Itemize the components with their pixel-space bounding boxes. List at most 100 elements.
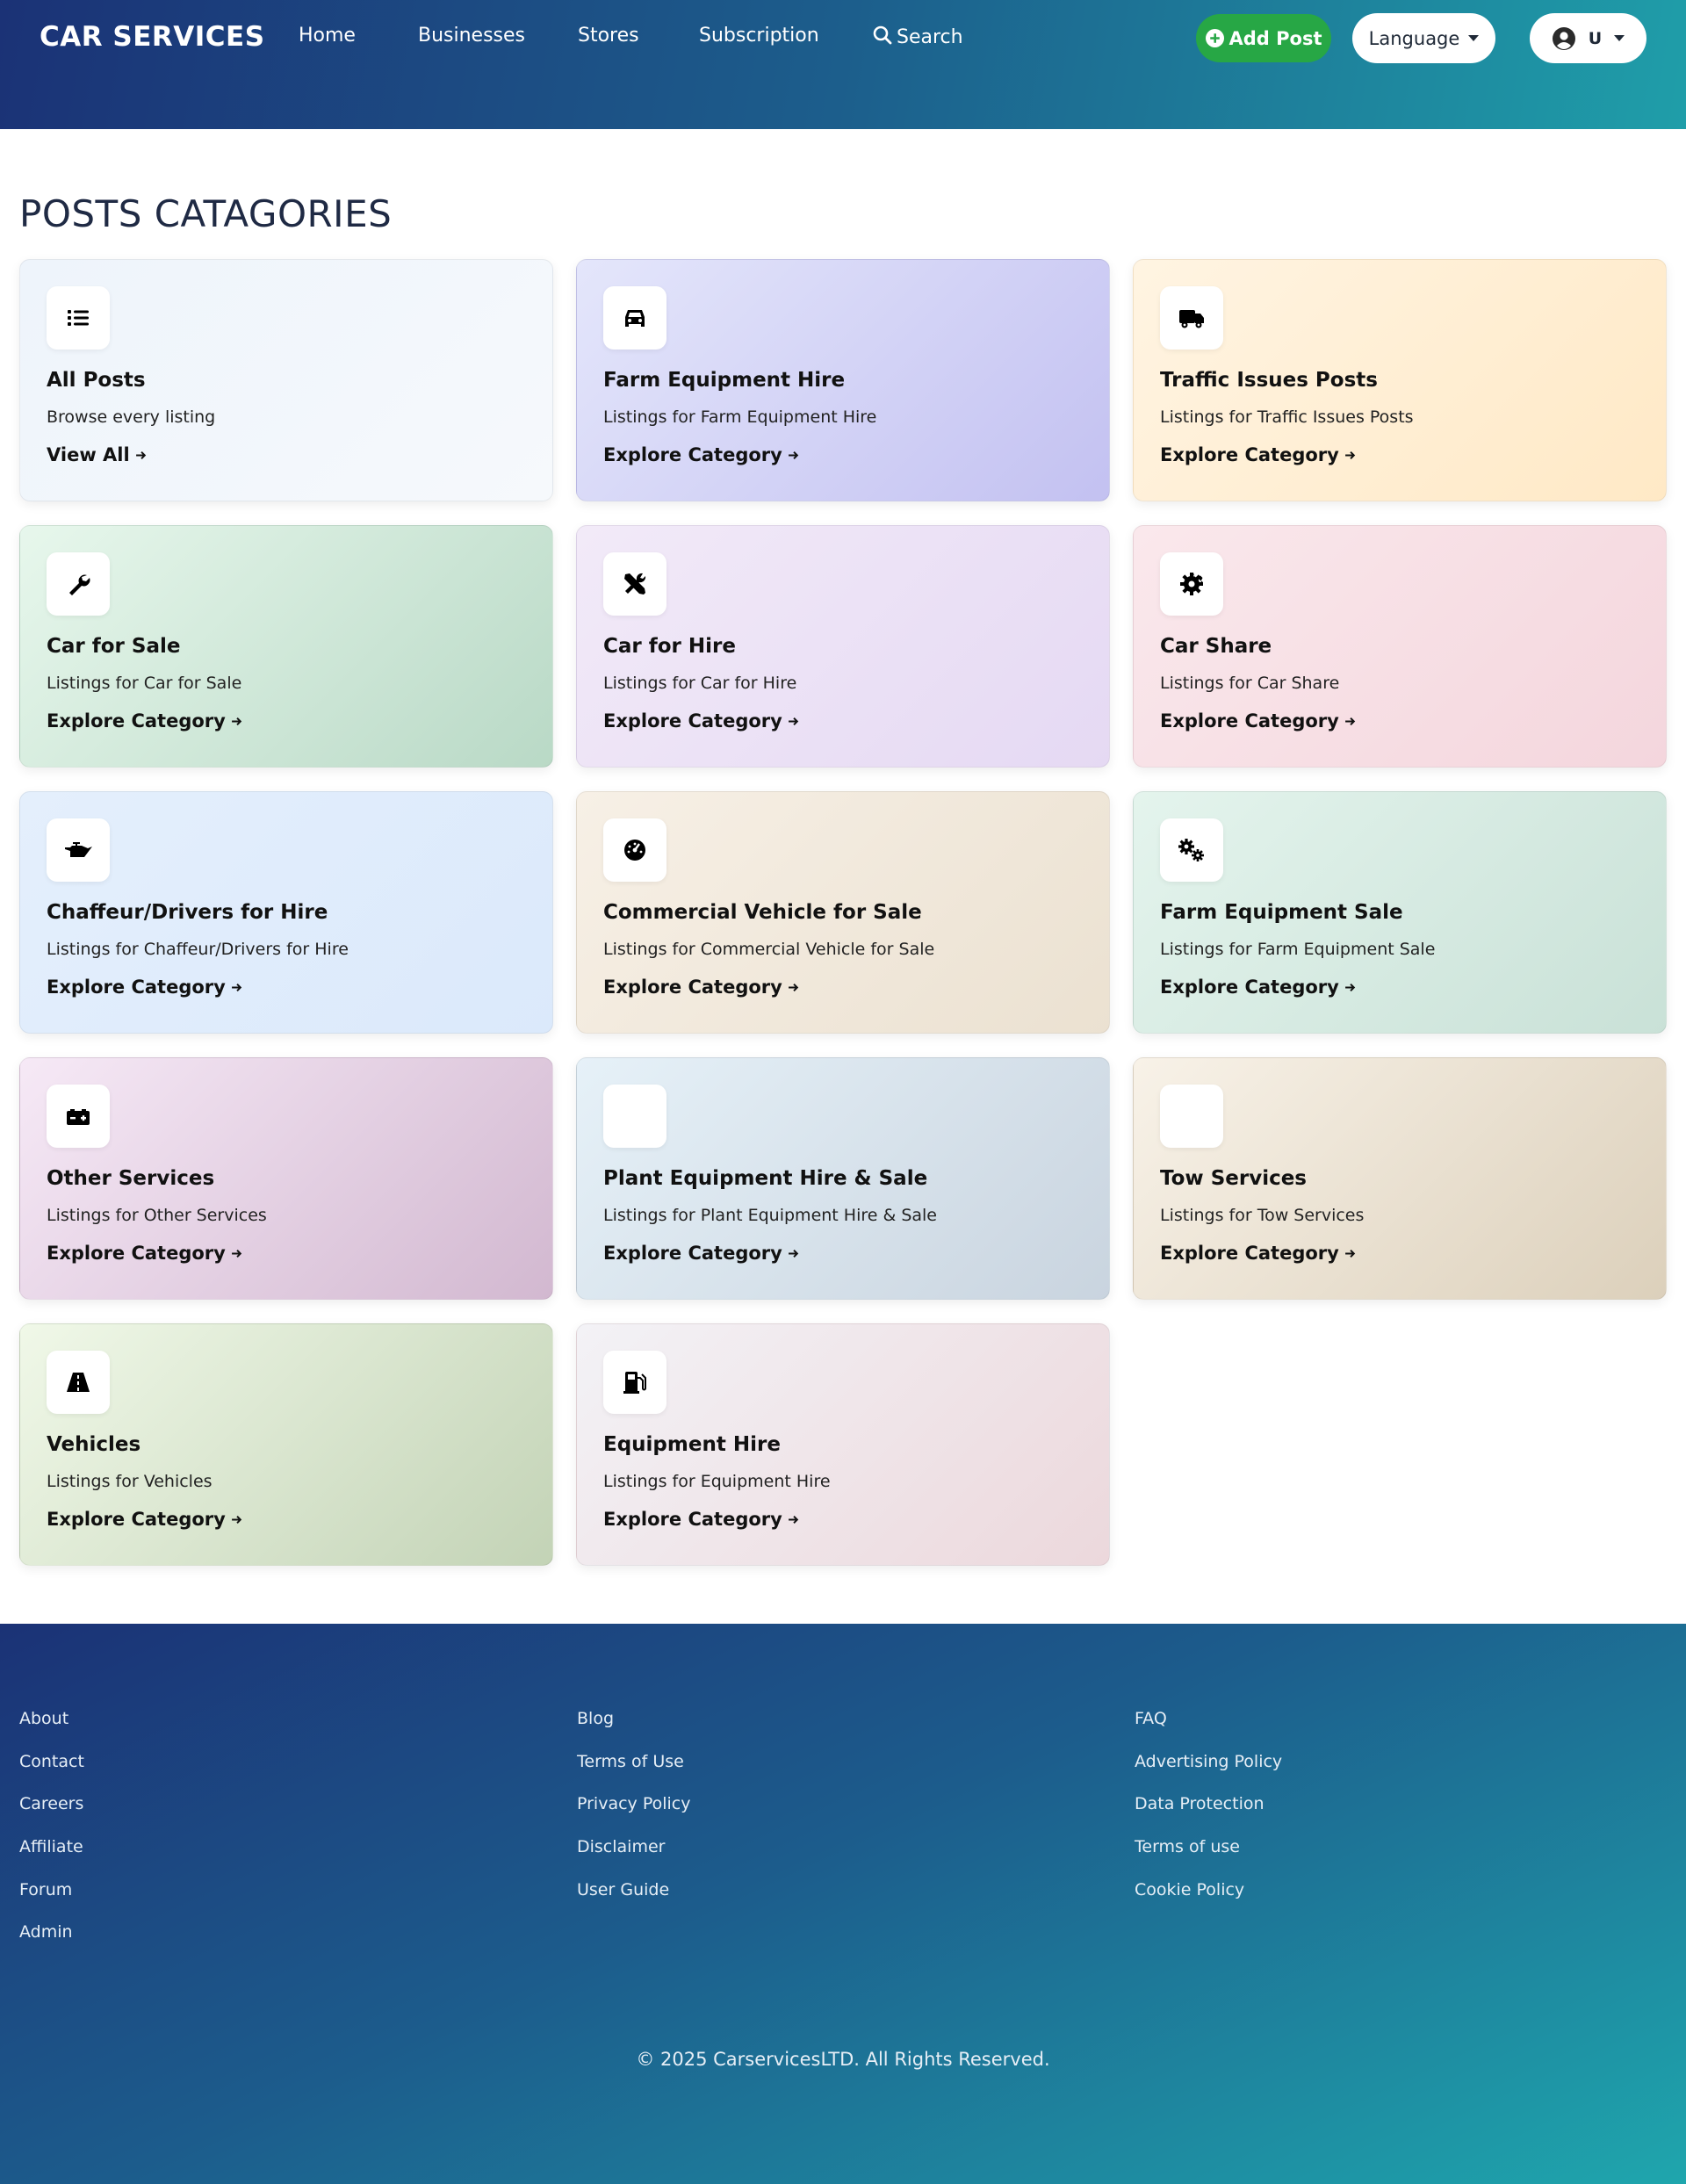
- category-title: Chaffeur/Drivers for Hire: [47, 901, 328, 924]
- category-link[interactable]: Explore Category: [1160, 1243, 1356, 1264]
- arrow-right-icon: [788, 977, 799, 998]
- footer-link-affiliate[interactable]: Affiliate: [19, 1836, 84, 1879]
- footer-link-forum[interactable]: Forum: [19, 1879, 84, 1922]
- footer-link-terms-of-use[interactable]: Terms of use: [1135, 1836, 1282, 1879]
- category-description: Listings for Car for Sale: [47, 674, 242, 693]
- nav-businesses[interactable]: Businesses: [418, 25, 525, 47]
- category-card[interactable]: Other Services Listings for Other Service…: [19, 1057, 553, 1300]
- top-navbar: CAR SERVICES Home Businesses Stores Subs…: [0, 0, 1686, 129]
- car-battery-icon: [47, 1085, 110, 1148]
- category-link[interactable]: Explore Category: [603, 444, 799, 465]
- arrow-right-icon: [1344, 1243, 1356, 1264]
- category-title: Farm Equipment Hire: [603, 369, 846, 392]
- footer-link-about[interactable]: About: [19, 1708, 84, 1751]
- category-card[interactable]: Car Share Listings for Car Share Explore C…: [1133, 525, 1667, 768]
- category-link[interactable]: Explore Category: [1160, 977, 1356, 998]
- category-description: Listings for Equipment Hire: [603, 1472, 831, 1491]
- category-link[interactable]: Explore Category: [47, 710, 242, 732]
- category-link[interactable]: Explore Category: [47, 1509, 242, 1530]
- footer-link-advertising-policy[interactable]: Advertising Policy: [1135, 1751, 1282, 1794]
- category-title: Traffic Issues Posts: [1160, 369, 1378, 392]
- nav-subscription[interactable]: Subscription: [699, 25, 819, 47]
- footer-column-resources: Blog Terms of Use Privacy Policy Disclaimer…: [577, 1708, 690, 1921]
- category-link[interactable]: Explore Category: [603, 710, 799, 732]
- user-menu-dropdown[interactable]: U: [1530, 13, 1646, 63]
- footer-link-terms-of-use[interactable]: Terms of Use: [577, 1751, 690, 1794]
- main-content: POSTS CATAGORIES All Posts Browse every l…: [0, 129, 1686, 1624]
- language-label: Language: [1368, 27, 1460, 49]
- category-card[interactable]: Car for Hire Listings for Car for Hire Exp…: [576, 525, 1110, 768]
- category-card[interactable]: Chaffeur/Drivers for Hire Listings for Ch…: [19, 791, 553, 1034]
- category-link[interactable]: Explore Category: [47, 977, 242, 998]
- footer-link-blog[interactable]: Blog: [577, 1708, 690, 1751]
- chevron-down-icon: [1614, 35, 1625, 41]
- category-link-label: Explore Category: [47, 710, 226, 732]
- category-card[interactable]: Farm Equipment Hire Listings for Farm Equ…: [576, 259, 1110, 501]
- category-link[interactable]: Explore Category: [603, 1243, 799, 1264]
- arrow-right-icon: [1344, 710, 1356, 732]
- category-title: Other Services: [47, 1167, 215, 1190]
- footer-link-disclaimer[interactable]: Disclaimer: [577, 1836, 690, 1879]
- category-link[interactable]: Explore Category: [1160, 444, 1356, 465]
- category-card[interactable]: Vehicles Listings for Vehicles Explore Cat…: [19, 1323, 553, 1566]
- category-card[interactable]: Commercial Vehicle for Sale Listings for …: [576, 791, 1110, 1034]
- footer-link-data-protection[interactable]: Data Protection: [1135, 1793, 1282, 1836]
- category-card[interactable]: Farm Equipment Sale Listings for Farm Equ…: [1133, 791, 1667, 1034]
- category-link[interactable]: View All: [47, 444, 147, 465]
- footer-link-cookie-policy[interactable]: Cookie Policy: [1135, 1879, 1282, 1922]
- page-title: POSTS CATAGORIES: [19, 192, 393, 235]
- category-card[interactable]: Equipment Hire Listings for Equipment Hir…: [576, 1323, 1110, 1566]
- language-dropdown[interactable]: Language: [1352, 13, 1495, 63]
- category-description: Listings for Car Share: [1160, 674, 1340, 693]
- category-description: Listings for Farm Equipment Sale: [1160, 940, 1436, 959]
- category-link[interactable]: Explore Category: [603, 977, 799, 998]
- category-link-label: Explore Category: [1160, 444, 1339, 465]
- category-link[interactable]: Explore Category: [47, 1243, 242, 1264]
- user-circle-icon: [1552, 26, 1575, 50]
- footer-column-policies: FAQ Advertising Policy Data Protection Term…: [1135, 1708, 1282, 1921]
- category-card[interactable]: Traffic Issues Posts Listings for Traffic…: [1133, 259, 1667, 501]
- arrow-right-icon: [231, 1243, 242, 1264]
- category-card[interactable]: Tow Services Listings for Tow Services Exp…: [1133, 1057, 1667, 1300]
- category-title: Car for Sale: [47, 635, 181, 658]
- blank-icon: [603, 1085, 666, 1148]
- category-link-label: Explore Category: [1160, 1243, 1339, 1264]
- footer-link-careers[interactable]: Careers: [19, 1793, 84, 1836]
- plus-circle-icon: [1205, 29, 1224, 47]
- category-title: All Posts: [47, 369, 146, 392]
- category-link[interactable]: Explore Category: [603, 1509, 799, 1530]
- screwdriver-wrench-icon: [603, 552, 666, 616]
- list-icon: [47, 286, 110, 350]
- blank-icon: [1160, 1085, 1223, 1148]
- category-link-label: Explore Category: [47, 1509, 226, 1530]
- nav-search[interactable]: Search: [872, 25, 963, 48]
- nav-search-label: Search: [897, 26, 963, 48]
- site-footer: About Contact Careers Affiliate Forum Admin B…: [0, 1624, 1686, 2184]
- category-description: Browse every listing: [47, 407, 216, 427]
- category-link-label: Explore Category: [1160, 710, 1339, 732]
- footer-link-privacy-policy[interactable]: Privacy Policy: [577, 1793, 690, 1836]
- nav-home[interactable]: Home: [299, 25, 356, 47]
- footer-link-user-guide[interactable]: User Guide: [577, 1879, 690, 1922]
- nav-stores[interactable]: Stores: [578, 25, 639, 47]
- category-title: Car Share: [1160, 635, 1272, 658]
- category-card[interactable]: All Posts Browse every listing View All: [19, 259, 553, 501]
- add-post-button[interactable]: Add Post: [1196, 14, 1331, 62]
- category-description: Listings for Plant Equipment Hire & Sale: [603, 1206, 937, 1225]
- footer-link-faq[interactable]: FAQ: [1135, 1708, 1282, 1751]
- arrow-right-icon: [788, 1243, 799, 1264]
- category-title: Farm Equipment Sale: [1160, 901, 1403, 924]
- footer-link-admin[interactable]: Admin: [19, 1921, 84, 1964]
- category-link-label: View All: [47, 444, 130, 465]
- arrow-right-icon: [788, 444, 799, 465]
- category-link[interactable]: Explore Category: [1160, 710, 1356, 732]
- brand-logo[interactable]: CAR SERVICES: [40, 21, 265, 53]
- footer-link-contact[interactable]: Contact: [19, 1751, 84, 1794]
- oil-can-icon: [47, 818, 110, 882]
- category-card[interactable]: Plant Equipment Hire & Sale Listings for …: [576, 1057, 1110, 1300]
- category-link-label: Explore Category: [603, 977, 782, 998]
- category-card[interactable]: Car for Sale Listings for Car for Sale Exp…: [19, 525, 553, 768]
- arrow-right-icon: [788, 710, 799, 732]
- arrow-right-icon: [231, 977, 242, 998]
- category-description: Listings for Farm Equipment Hire: [603, 407, 877, 427]
